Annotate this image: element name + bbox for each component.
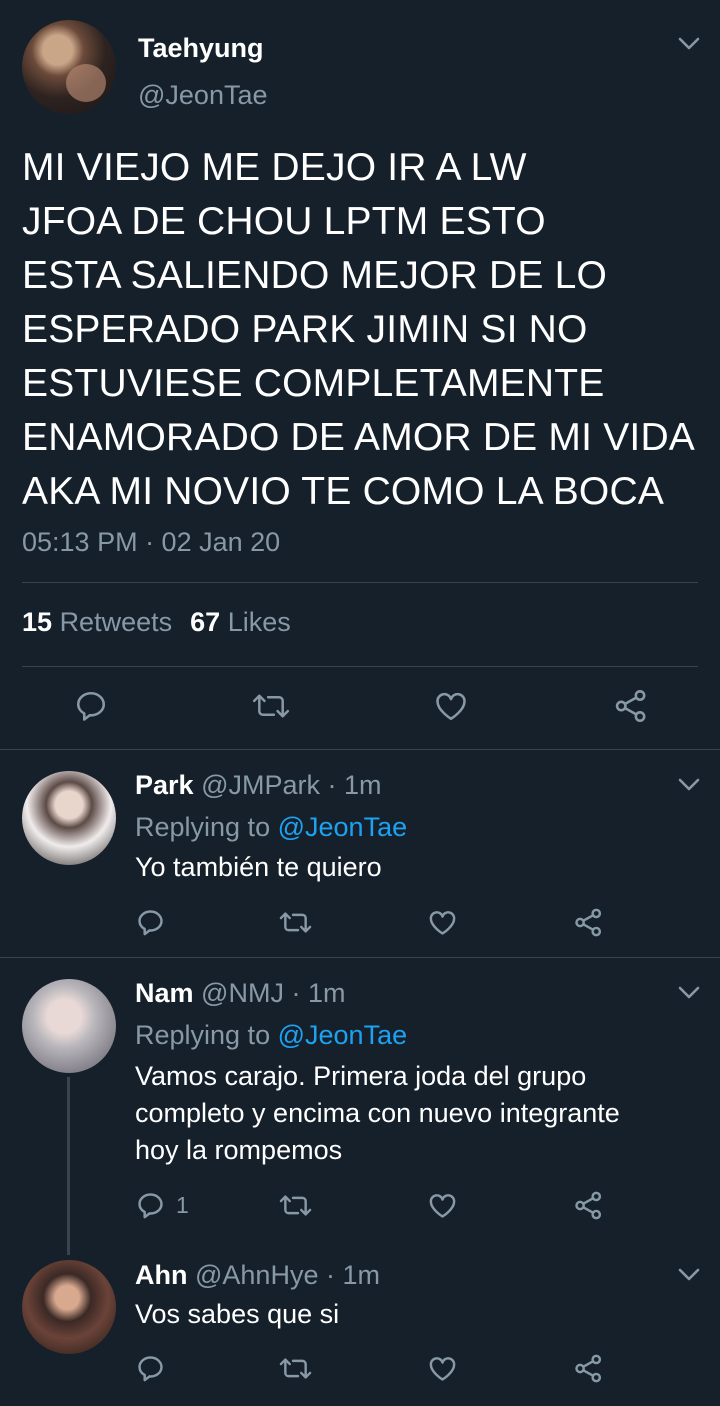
author-handle[interactable]: @JeonTae [138,80,268,111]
share-icon[interactable] [573,907,604,938]
retweets-label: Retweets [59,607,173,637]
tweet-text-line: AKA MI NOVIO TE COMO LA BOCA [22,470,665,513]
reply-author-handle[interactable]: @NMJ [201,978,284,1008]
reply-action[interactable]: 1 [135,1190,189,1221]
reply-time: · 1m [325,1260,380,1290]
reply-text-line: Vos sabes que si [135,1299,340,1329]
main-tweet: Taehyung @JeonTae MI VIEJO ME DEJO IR A … [0,0,720,750]
retweet-icon[interactable] [279,1190,312,1221]
avatar[interactable] [22,979,116,1073]
replying-to-label: Replying to [135,812,271,842]
retweets-count: 15 [22,607,53,637]
reply-icon[interactable] [135,907,166,938]
tweet-stats: 15 Retweets 67 Likes [22,607,291,638]
chevron-down-icon[interactable] [678,37,700,51]
retweet-icon[interactable] [252,688,290,724]
retweet-icon[interactable] [279,907,312,938]
reply-author-handle[interactable]: @AhnHye [195,1260,318,1290]
avatar[interactable] [22,1260,116,1354]
author-name[interactable]: Taehyung [138,33,264,64]
reply-author-name[interactable]: Park [135,770,194,800]
like-icon[interactable] [427,1190,458,1221]
reply-icon[interactable] [73,688,109,724]
reply-text-line: Vamos carajo. Primera joda del grupo [135,1061,587,1091]
reply-header: Nam @NMJ · 1m [135,978,345,1009]
tweet-text-line: ESPERADO PARK JIMIN SI NO [22,308,588,351]
tweet-timestamp[interactable]: 05:13 PM · 02 Jan 20 [22,527,280,558]
like-icon[interactable] [427,1353,458,1384]
tweet-text-line: ESTA SALIENDO MEJOR DE LO [22,254,608,297]
retweets-stat[interactable]: 15 Retweets [22,607,172,637]
reply-tweet[interactable]: Park @JMPark · 1m Replying to @JeonTae Y… [0,750,720,957]
share-icon[interactable] [573,1190,604,1221]
reply-author-name[interactable]: Ahn [135,1260,187,1290]
likes-count: 67 [190,607,221,637]
replying-to-link[interactable]: @JeonTae [278,812,408,842]
reply-author-name[interactable]: Nam [135,978,194,1008]
reply-tweet[interactable]: Nam @NMJ · 1m Replying to @JeonTae Vamos… [0,958,720,1248]
retweet-icon[interactable] [279,1353,312,1384]
tweet-text-line: ESTUVIESE COMPLETAMENTE [22,362,605,405]
reply-time: · 1m [291,978,346,1008]
share-icon[interactable] [573,1353,604,1384]
like-icon[interactable] [433,688,469,724]
reply-text: Yo también te quiero [135,849,695,886]
reply-icon[interactable] [135,1353,166,1384]
likes-label: Likes [227,607,291,637]
reply-text: Vos sabes que si [135,1296,695,1333]
reply-text-line: Yo también te quiero [135,852,382,882]
tweet-text: MI VIEJO ME DEJO IR A LW JFOA DE CHOU LP… [22,141,712,519]
reply-icon [135,1190,166,1221]
tweet-text-line: MI VIEJO ME DEJO IR A LW [22,146,527,189]
tweet-text-line: ENAMORADO DE AMOR DE MI VIDA [22,416,696,459]
likes-stat[interactable]: 67 Likes [190,607,291,637]
share-icon[interactable] [612,688,650,724]
replying-to: Replying to @JeonTae [135,1020,407,1051]
avatar[interactable] [22,771,116,865]
reply-tweet[interactable]: Ahn @AhnHye · 1m Vos sabes que si [0,1248,720,1406]
replying-to-link[interactable]: @JeonTae [278,1020,408,1050]
reply-author-handle[interactable]: @JMPark [201,770,320,800]
replying-to-label: Replying to [135,1020,271,1050]
avatar[interactable] [22,20,116,114]
chevron-down-icon[interactable] [678,778,700,792]
divider [22,666,698,667]
chevron-down-icon[interactable] [678,1268,700,1282]
thread-connector [67,1077,70,1255]
replying-to: Replying to @JeonTae [135,812,407,843]
reply-count: 1 [176,1192,189,1218]
reply-text-line: hoy la rompemos [135,1135,343,1165]
tweet-text-line: JFOA DE CHOU LPTM ESTO [22,200,546,243]
like-icon[interactable] [427,907,458,938]
chevron-down-icon[interactable] [678,986,700,1000]
reply-header: Ahn @AhnHye · 1m [135,1260,380,1291]
reply-header: Park @JMPark · 1m [135,770,382,801]
reply-text: Vamos carajo. Primera joda del grupo com… [135,1058,695,1169]
reply-time: · 1m [327,770,382,800]
divider [22,582,698,583]
reply-text-line: completo y encima con nuevo integrante [135,1098,620,1128]
